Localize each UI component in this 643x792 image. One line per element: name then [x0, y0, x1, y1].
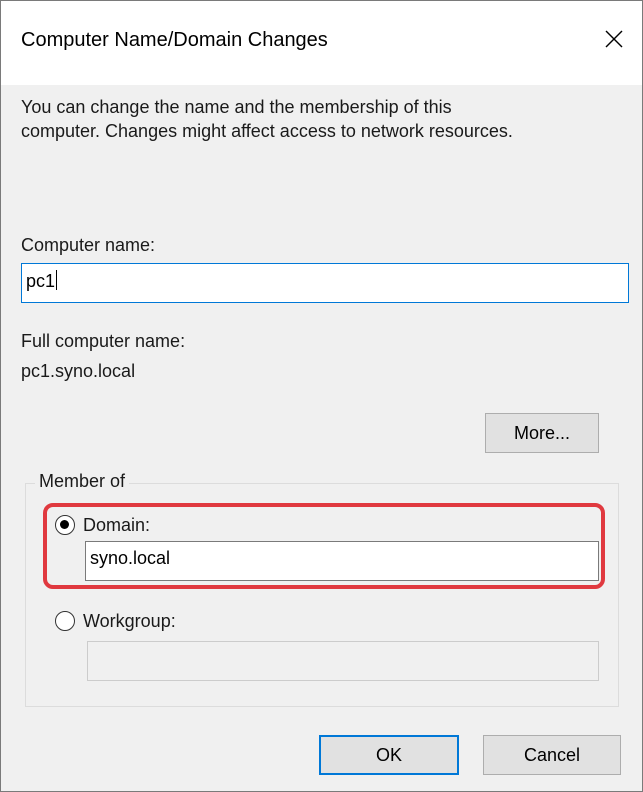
text-caret	[56, 270, 58, 290]
workgroup-input[interactable]	[87, 641, 599, 681]
intro-text-line2: computer. Changes might affect access to…	[21, 121, 513, 141]
full-computer-name-label: Full computer name:	[21, 331, 186, 351]
computer-name-label: Computer name:	[21, 235, 156, 255]
computer-name-input[interactable]: pc1	[21, 263, 629, 303]
workgroup-radio[interactable]	[55, 611, 75, 631]
computer-name-value: pc1	[26, 271, 56, 291]
window-title: Computer Name/Domain Changes	[21, 29, 328, 51]
intro-text-line1: You can change the name and the membersh…	[21, 97, 452, 117]
highlight-annotation	[43, 503, 605, 589]
ok-button[interactable]: OK	[319, 735, 459, 775]
cancel-button[interactable]: Cancel	[483, 735, 621, 775]
full-computer-name-value: pc1.syno.local	[21, 361, 136, 381]
title-bar: Computer Name/Domain Changes	[1, 1, 642, 85]
workgroup-radio-label[interactable]: Workgroup:	[83, 609, 176, 633]
more-button[interactable]: More...	[485, 413, 599, 453]
close-icon	[605, 30, 623, 48]
computer-name-dialog: Computer Name/Domain Changes You can cha…	[0, 0, 643, 792]
member-of-label: Member of	[35, 471, 130, 492]
close-button[interactable]	[598, 23, 630, 55]
